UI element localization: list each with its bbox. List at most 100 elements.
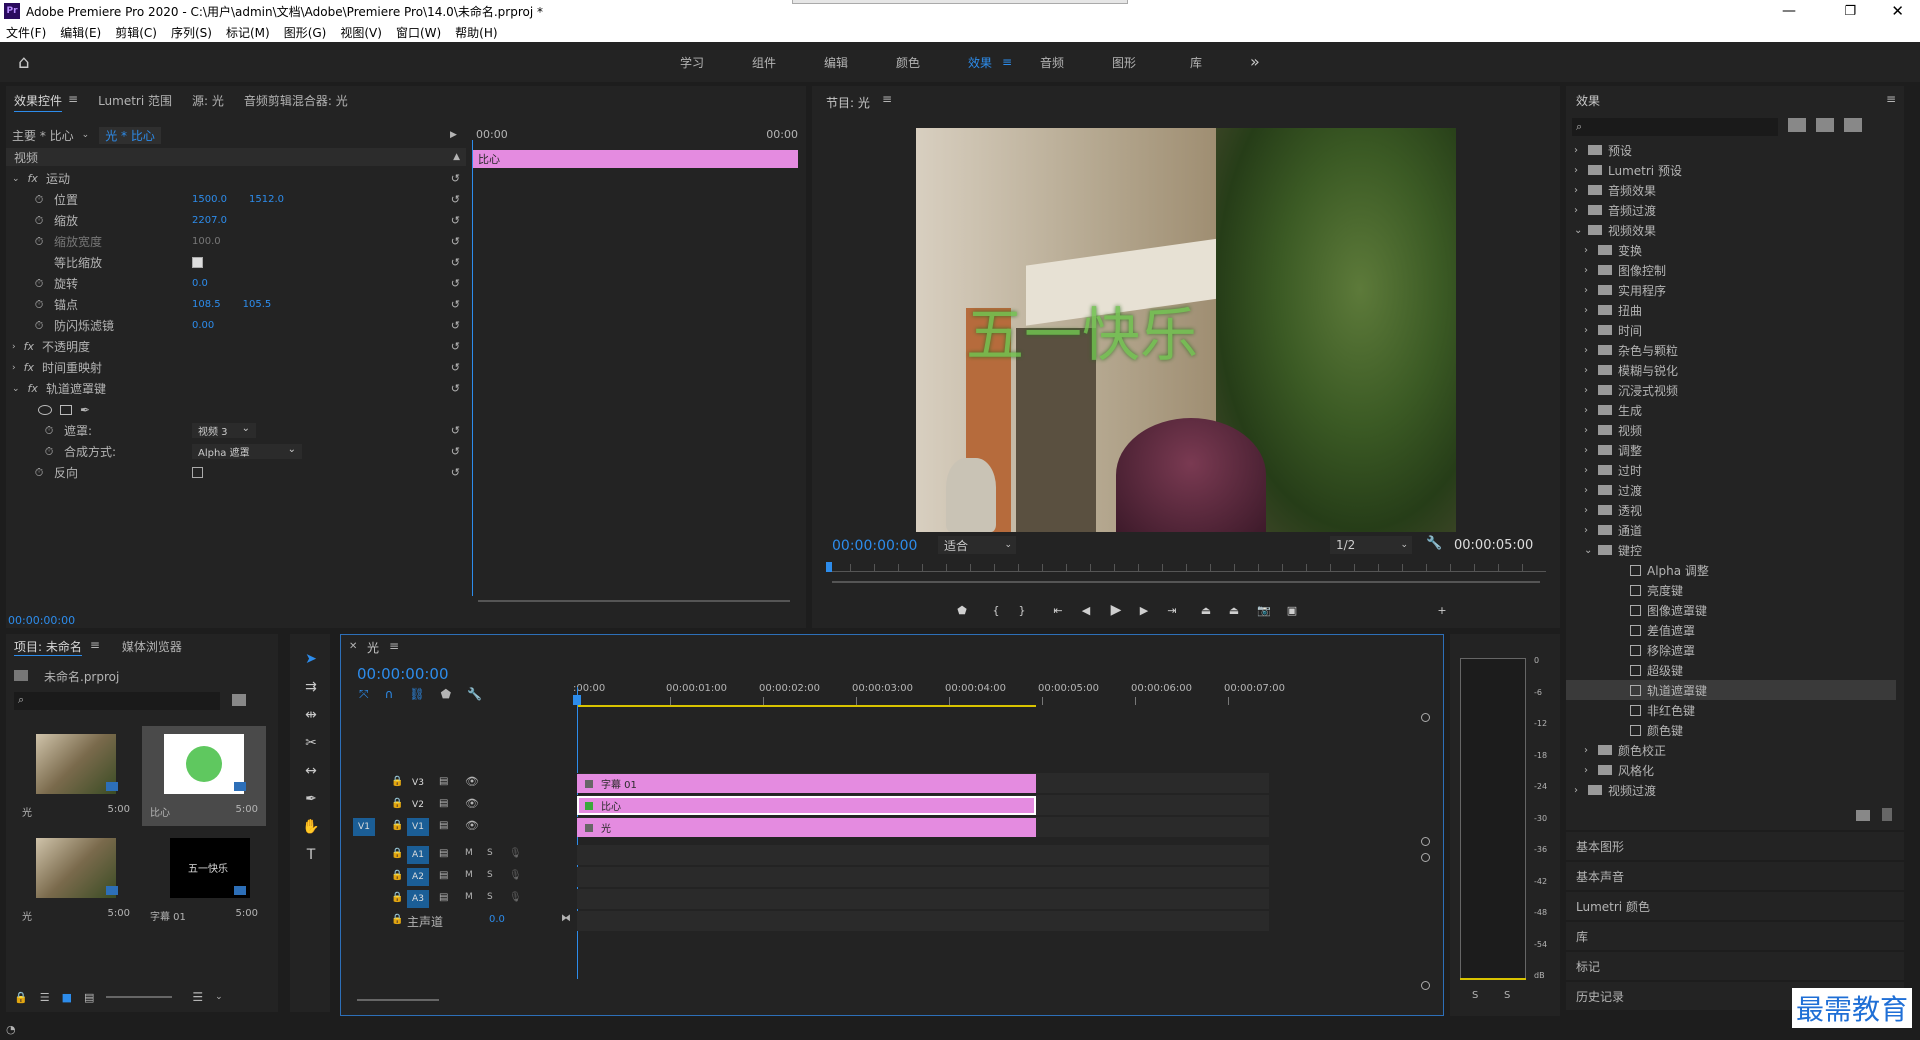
go-to-in-icon[interactable]: ⇤: [1048, 600, 1068, 620]
zoom-slider[interactable]: [106, 996, 173, 998]
effects-tree-item[interactable]: ⌄ 视频效果: [1566, 220, 1896, 240]
chevron-right-icon[interactable]: ›: [1574, 165, 1586, 176]
track-lane[interactable]: [577, 867, 1269, 887]
program-playhead[interactable]: [826, 562, 832, 572]
lift-icon[interactable]: ⏏: [1196, 600, 1216, 620]
accelerated-effects-icon[interactable]: [1788, 118, 1806, 132]
sequence-clip-label[interactable]: 光 * 比心: [99, 126, 161, 144]
reset-icon[interactable]: ↺: [451, 277, 460, 290]
fx-icon[interactable]: fx: [28, 382, 38, 395]
effects-tree-item[interactable]: › 沉浸式视频: [1566, 380, 1896, 400]
chevron-right-icon[interactable]: ›: [1574, 205, 1586, 216]
track-target-button[interactable]: V2: [407, 796, 429, 814]
chevron-right-icon[interactable]: ›: [1584, 385, 1596, 396]
track-lock-icon[interactable]: 🔒: [391, 820, 403, 831]
menu-icon[interactable]: ≡: [68, 92, 78, 112]
reset-icon[interactable]: ↺: [451, 298, 460, 311]
project-item[interactable]: 光 5:00: [14, 830, 138, 930]
program-zoom-bar[interactable]: [832, 581, 1540, 583]
close-tab-icon[interactable]: ✕: [349, 641, 357, 652]
effects-tree-item[interactable]: › 音频效果: [1566, 180, 1896, 200]
effects-tree-item[interactable]: › 透视: [1566, 500, 1896, 520]
ec-value[interactable]: 105.5: [243, 299, 272, 310]
chevron-right-icon[interactable]: ›: [1574, 145, 1586, 156]
panel-tab[interactable]: 项目: 未命名: [14, 638, 82, 656]
chevron-right-icon[interactable]: ›: [1584, 525, 1596, 536]
workspace-tab[interactable]: 图形: [1088, 54, 1160, 71]
program-title[interactable]: 节目: 光: [826, 94, 870, 111]
maximize-button[interactable]: ❐: [1844, 4, 1856, 19]
solo-button[interactable]: S: [487, 848, 493, 858]
expand-icon[interactable]: ⌄: [12, 174, 20, 184]
reset-icon[interactable]: ↺: [451, 193, 460, 206]
minimize-button[interactable]: —: [1782, 3, 1796, 19]
chevron-right-icon[interactable]: ›: [1584, 445, 1596, 456]
collapse-icon[interactable]: ▲: [453, 152, 460, 162]
effects-title[interactable]: 效果: [1576, 92, 1600, 109]
lock-icon[interactable]: 🔒: [14, 991, 28, 1004]
menu-item[interactable]: 图形(G): [284, 24, 327, 41]
effects-tree-item[interactable]: 图像遮罩键: [1566, 600, 1896, 620]
yuv-effects-icon[interactable]: [1844, 118, 1862, 132]
track-sync-icon[interactable]: ▤: [439, 848, 448, 859]
track-lock-icon[interactable]: 🔒: [391, 776, 403, 787]
reset-icon[interactable]: ↺: [451, 466, 460, 479]
effects-tree-item[interactable]: › 预设: [1566, 140, 1896, 160]
effects-tree-item[interactable]: › 视频过渡: [1566, 780, 1896, 800]
panel-tab[interactable]: Lumetri 范围: [98, 92, 172, 112]
effects-tree-item[interactable]: › 模糊与锐化: [1566, 360, 1896, 380]
add-marker-icon[interactable]: ⬟: [952, 600, 972, 620]
menu-item[interactable]: 编辑(E): [60, 24, 101, 41]
stopwatch-icon[interactable]: ⏱: [42, 445, 56, 459]
workspace-tab[interactable]: 颜色: [872, 54, 944, 71]
menu-icon[interactable]: ≡: [90, 638, 100, 656]
chevron-right-icon[interactable]: ›: [1584, 465, 1596, 476]
stopwatch-icon[interactable]: ⏱: [32, 466, 46, 480]
ripple-edit-icon[interactable]: ⇹: [296, 704, 326, 726]
work-area-bar[interactable]: [577, 705, 1036, 707]
play-icon[interactable]: ▶: [1106, 600, 1126, 620]
collapsed-panel[interactable]: 基本声音: [1566, 862, 1904, 890]
effects-tree-item[interactable]: 差值遮罩: [1566, 620, 1896, 640]
track-lock-icon[interactable]: 🔒: [391, 892, 403, 903]
mark-in-icon[interactable]: {: [986, 600, 1006, 620]
scroll-handle-icon[interactable]: [1421, 837, 1430, 846]
extract-icon[interactable]: ⏏: [1224, 600, 1244, 620]
reset-icon[interactable]: ↺: [451, 361, 460, 374]
add-marker-icon[interactable]: ⬟: [441, 687, 451, 702]
more-workspaces-icon[interactable]: »: [1250, 52, 1260, 71]
track-sync-icon[interactable]: ▤: [439, 892, 448, 903]
chevron-right-icon[interactable]: ›: [1584, 485, 1596, 496]
effects-tree-item[interactable]: 非红色键: [1566, 700, 1896, 720]
playhead-handle[interactable]: [573, 695, 581, 705]
menu-icon[interactable]: ≡: [389, 639, 399, 653]
voiceover-icon[interactable]: 🎙: [509, 892, 522, 903]
type-tool-icon[interactable]: T: [296, 844, 326, 866]
effects-tree-item[interactable]: 移除遮罩: [1566, 640, 1896, 660]
expand-icon[interactable]: ›: [12, 342, 16, 352]
menu-item[interactable]: 序列(S): [171, 24, 212, 41]
effects-tree-item[interactable]: › 扭曲: [1566, 300, 1896, 320]
menu-item[interactable]: 剪辑(C): [115, 24, 157, 41]
chevron-down-icon[interactable]: ⌄: [1584, 545, 1596, 556]
step-back-icon[interactable]: ◀: [1076, 600, 1096, 620]
source-patch-button[interactable]: V1: [353, 818, 375, 836]
fit-select[interactable]: 适合 ⌄: [938, 536, 1016, 554]
ec-value[interactable]: 0.0: [192, 278, 208, 289]
eye-icon[interactable]: 👁: [465, 775, 479, 788]
menu-item[interactable]: 标记(M): [226, 24, 270, 41]
menu-item[interactable]: 帮助(H): [455, 24, 497, 41]
effects-tree-item[interactable]: › 视频: [1566, 420, 1896, 440]
snap-icon[interactable]: ∩: [385, 687, 394, 702]
new-search-bin-icon[interactable]: [232, 694, 246, 706]
mark-out-icon[interactable]: }: [1012, 600, 1032, 620]
track-sync-icon[interactable]: ▤: [439, 820, 448, 831]
ec-value[interactable]: 108.5: [192, 299, 221, 310]
play-only-icon[interactable]: ▶: [450, 130, 457, 140]
effects-tree-item[interactable]: Alpha 调整: [1566, 560, 1896, 580]
stopwatch-icon[interactable]: ⏱: [32, 193, 46, 207]
panel-tab[interactable]: 媒体浏览器: [122, 638, 182, 656]
panel-tab[interactable]: 源: 光: [192, 92, 224, 112]
expand-icon[interactable]: ›: [12, 363, 16, 373]
chevron-down-icon[interactable]: ⌄: [1574, 225, 1586, 236]
